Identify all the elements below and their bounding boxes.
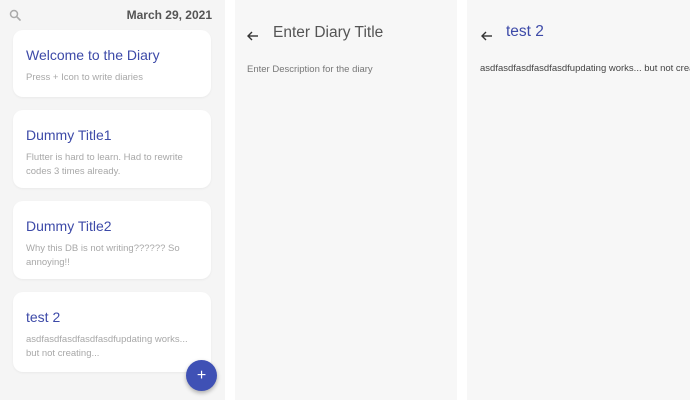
search-icon[interactable] xyxy=(9,8,21,21)
plus-icon: + xyxy=(196,367,207,384)
diary-card-description: Why this DB is not writing?????? So anno… xyxy=(26,243,180,268)
diary-detail-screen: test 2 asdfasdfasdfasdfasdfupdating work… xyxy=(467,0,690,400)
diary-card-title: Welcome to the Diary xyxy=(26,47,160,63)
diary-list-screen: March 29, 2021 Welcome to the Diary Pres… xyxy=(0,0,225,400)
arrow-back-icon[interactable] xyxy=(481,28,493,41)
diary-card-description: Flutter is hard to learn. Had to rewrite… xyxy=(26,152,183,177)
diary-card[interactable]: test 2 asdfasdfasdfasdfasdfupdating work… xyxy=(13,292,211,372)
diary-detail-title[interactable]: test 2 xyxy=(506,23,544,41)
list-header: March 29, 2021 xyxy=(0,0,225,30)
diary-card-description: Press + Icon to write diaries xyxy=(26,72,143,83)
diary-card[interactable]: Dummy Title2 Why this DB is not writing?… xyxy=(13,201,211,279)
diary-card-title: Dummy Title2 xyxy=(26,218,112,234)
new-diary-screen: Enter Diary Title Enter Description for … xyxy=(235,0,457,400)
diary-title-input[interactable]: Enter Diary Title xyxy=(273,24,383,42)
diary-description-input[interactable]: Enter Description for the diary xyxy=(247,64,373,75)
arrow-back-icon[interactable] xyxy=(247,28,259,41)
diary-card[interactable]: Dummy Title1 Flutter is hard to learn. H… xyxy=(13,110,211,188)
diary-card[interactable]: Welcome to the Diary Press + Icon to wri… xyxy=(13,30,211,97)
diary-card-description: asdfasdfasdfasdfasdfupdating works... bu… xyxy=(26,334,188,359)
add-diary-button[interactable]: + xyxy=(186,360,217,391)
date-label: March 29, 2021 xyxy=(126,8,212,22)
diary-detail-body[interactable]: asdfasdfasdfasdfasdfupdating works... bu… xyxy=(480,63,690,74)
diary-card-title: Dummy Title1 xyxy=(26,127,112,143)
diary-card-title: test 2 xyxy=(26,309,61,325)
